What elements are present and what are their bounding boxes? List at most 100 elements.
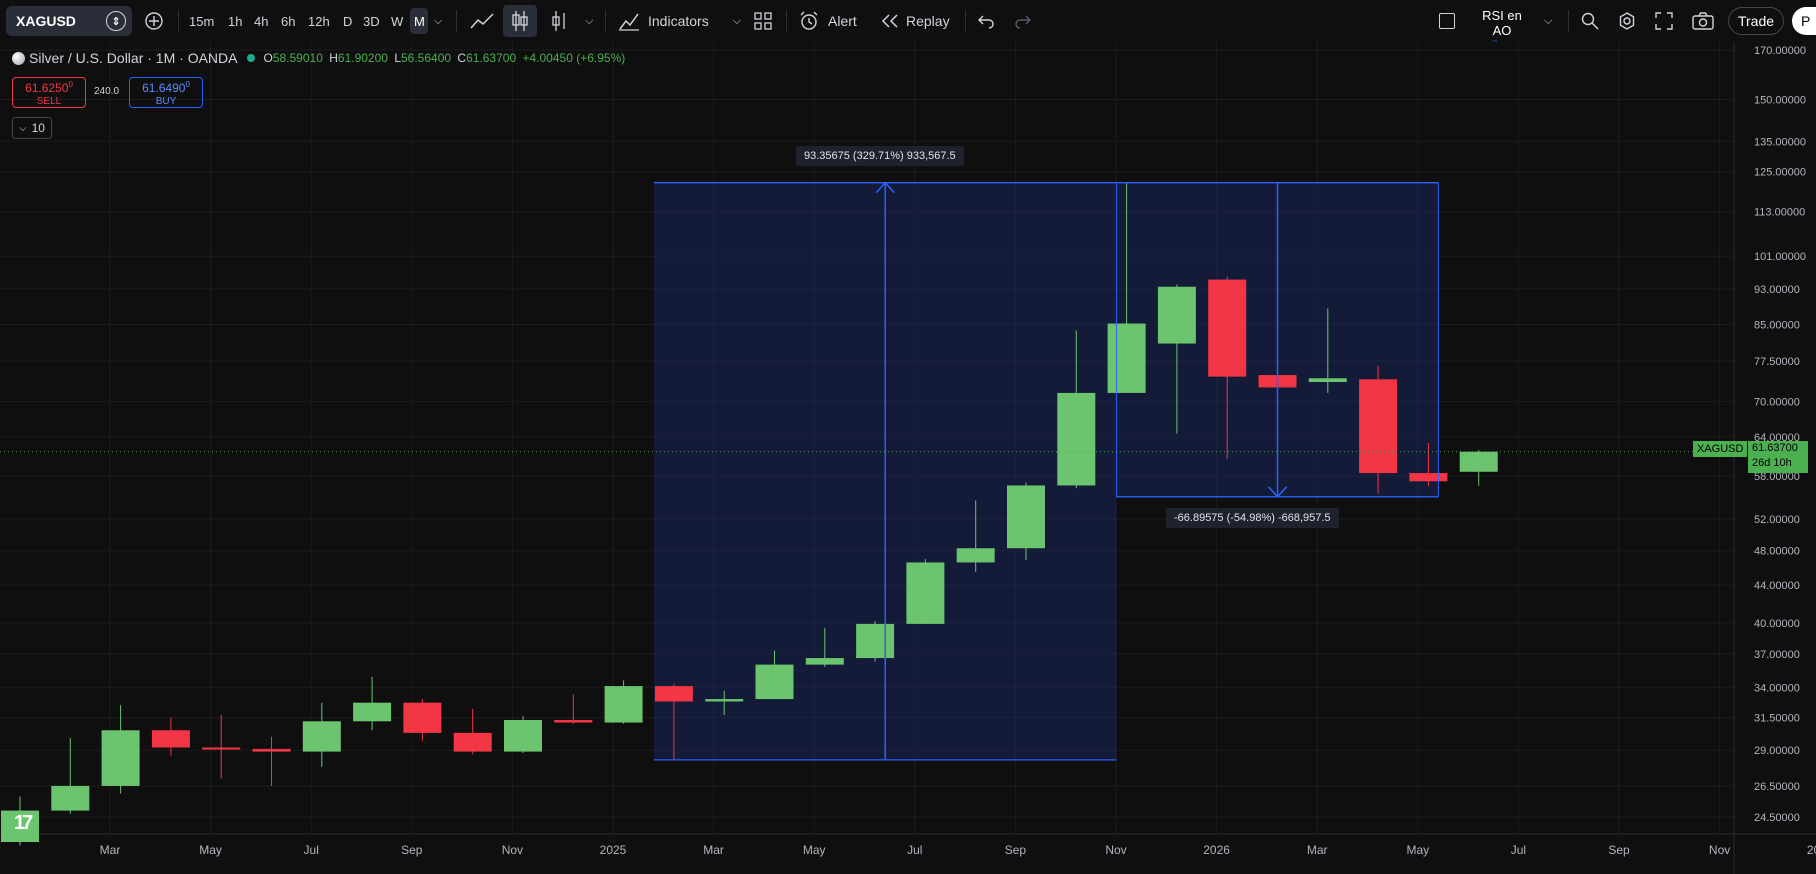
y-axis-tick-label: 24.50000 [1754,812,1800,824]
candle-body [403,702,442,733]
candle-body [252,748,291,752]
buy-label: BUY [155,96,177,107]
spread-value: 240.0 [94,86,120,97]
legend-title[interactable]: Silver / U.S. Dollar · 1M · OANDA [29,50,237,66]
timeframe-1h[interactable]: 1h [228,0,242,42]
candle-body [604,686,643,723]
add-symbol-icon[interactable] [142,0,166,42]
x-axis-tick-label: Mar [1307,843,1328,857]
legend-close: 61.63700 [466,51,517,65]
timeframe-w[interactable]: W [391,0,403,42]
quick-search-icon[interactable] [1580,0,1600,42]
y-axis-tick-label: 85.00000 [1754,319,1800,331]
x-axis-tick-label: 2027 [1807,843,1816,857]
templates-icon[interactable] [753,0,773,42]
candle-body [805,658,844,665]
settings-gear-icon[interactable] [1617,0,1637,42]
y-axis-tick-label: 170.00000 [1754,45,1806,57]
fullscreen-icon[interactable] [1655,0,1673,42]
candle-body [906,562,945,624]
trade-button[interactable]: Trade [1728,7,1784,35]
symbol-search-button[interactable]: XAGUSD ⇕ [6,6,132,36]
price-tag: 61.63700 26d 10h [1748,441,1808,473]
y-axis-tick-label: 26.50000 [1754,781,1800,793]
toolbar-divider [456,10,457,32]
candle-body [956,548,995,563]
price-tag-countdown: 26d 10h [1752,457,1792,469]
sell-button[interactable]: 61.62500 SELL [12,77,86,108]
undo-icon[interactable] [977,0,995,42]
x-axis-tick-label: 2025 [600,843,627,857]
x-axis-tick-label: Jul [1511,843,1526,857]
x-axis-tick-label: May [199,843,222,857]
legend-low-key: L [394,51,401,65]
legend-close-key: C [457,51,467,65]
layout-name: RSI en AO [1482,8,1522,38]
chart-style-dropdown-icon[interactable]: ⌵ [585,0,593,42]
x-axis-tick-label: Nov [1105,843,1126,857]
order-quantity-field[interactable]: ⌵ 10 [12,117,52,139]
price-tag-price: 61.63700 [1752,442,1798,454]
line-chart-icon[interactable] [470,0,494,42]
top-toolbar: XAGUSD ⇕ 15m 1h 4h 6h 12h D 3D W M ⌵ ⌵ I… [0,0,1816,49]
y-axis-tick-label: 48.00000 [1754,546,1800,558]
legend-open: 58.59010 [272,51,323,65]
x-axis-tick-label: May [803,843,826,857]
candle-body [856,623,895,659]
y-axis-tick-label: 31.50000 [1754,712,1800,724]
indicators-button[interactable]: Indicators ⌵ [618,0,741,42]
candle-body [504,720,542,752]
y-axis-tick-label: 113.00000 [1754,207,1805,219]
timeframe-m[interactable]: M [414,0,425,42]
toolbar-divider [178,10,179,32]
timeframe-12h[interactable]: 12h [308,0,330,42]
timeframe-d[interactable]: D [343,0,352,42]
measure-up-label[interactable]: 93.35675 (329.71%) 933,567.5 [796,146,964,166]
y-axis-tick-label: 77.50000 [1754,356,1800,368]
x-axis-tick-label: Jul [907,843,922,857]
candle-body [1208,279,1247,377]
legend-change: +4.00450 (+6.95%) [522,51,626,65]
compare-symbol-icon[interactable]: ⇕ [106,11,126,31]
alert-button[interactable]: Alert [798,0,857,42]
buy-price: 61.6490 [142,81,186,95]
candle-body [1057,392,1096,486]
y-axis-tick-label: 93.00000 [1754,284,1800,296]
toolbar-divider [1568,10,1569,32]
camera-snapshot-icon[interactable] [1692,0,1714,42]
y-axis-tick-label: 70.00000 [1754,396,1800,408]
timeframe-dropdown-icon[interactable]: ⌵ [434,0,442,42]
layout-checkbox-icon[interactable] [1439,0,1455,42]
replay-button[interactable]: Replay [880,0,950,42]
chart-style-icon[interactable] [550,0,570,42]
layout-dropdown-icon[interactable]: ⌵ [1544,0,1552,42]
publish-button[interactable]: P [1792,7,1816,35]
candlestick-chart-icon[interactable] [511,0,529,42]
y-axis-tick-label: 125.00000 [1754,167,1806,179]
x-axis-tick-label: Mar [703,843,724,857]
price-chart[interactable]: 170.00000 150.00000 135.00000 125.00000 113.… [0,42,1816,874]
sell-price-sup: 0 [68,80,73,89]
x-axis-tick-label: Mar [100,843,121,857]
toolbar-divider [965,10,966,32]
timeframe-15m[interactable]: 15m [189,0,214,42]
timeframe-3d[interactable]: 3D [363,0,380,42]
timeframe-4h[interactable]: 4h [254,0,268,42]
candle-body [1007,485,1045,549]
candle-body [453,732,492,752]
silver-symbol-icon [12,51,25,65]
sell-label: SELL [36,96,62,107]
buy-button[interactable]: 61.64900 BUY [129,77,203,108]
indicators-dropdown-icon[interactable]: ⌵ [733,15,741,28]
x-axis-tick-label: Nov [1709,843,1730,857]
timeframe-6h[interactable]: 6h [281,0,295,42]
x-axis-tick-label: May [1406,843,1429,857]
measure-down-label[interactable]: -66.89575 (-54.98%) -668,957.5 [1166,508,1339,528]
tradingview-logo[interactable]: 17 [14,812,33,835]
candle-body [302,721,341,752]
candle-body [654,686,693,702]
indicators-icon [619,13,639,31]
redo-icon[interactable] [1014,0,1032,42]
indicators-label: Indicators [648,13,709,29]
x-axis-tick-label: 2026 [1203,843,1230,857]
